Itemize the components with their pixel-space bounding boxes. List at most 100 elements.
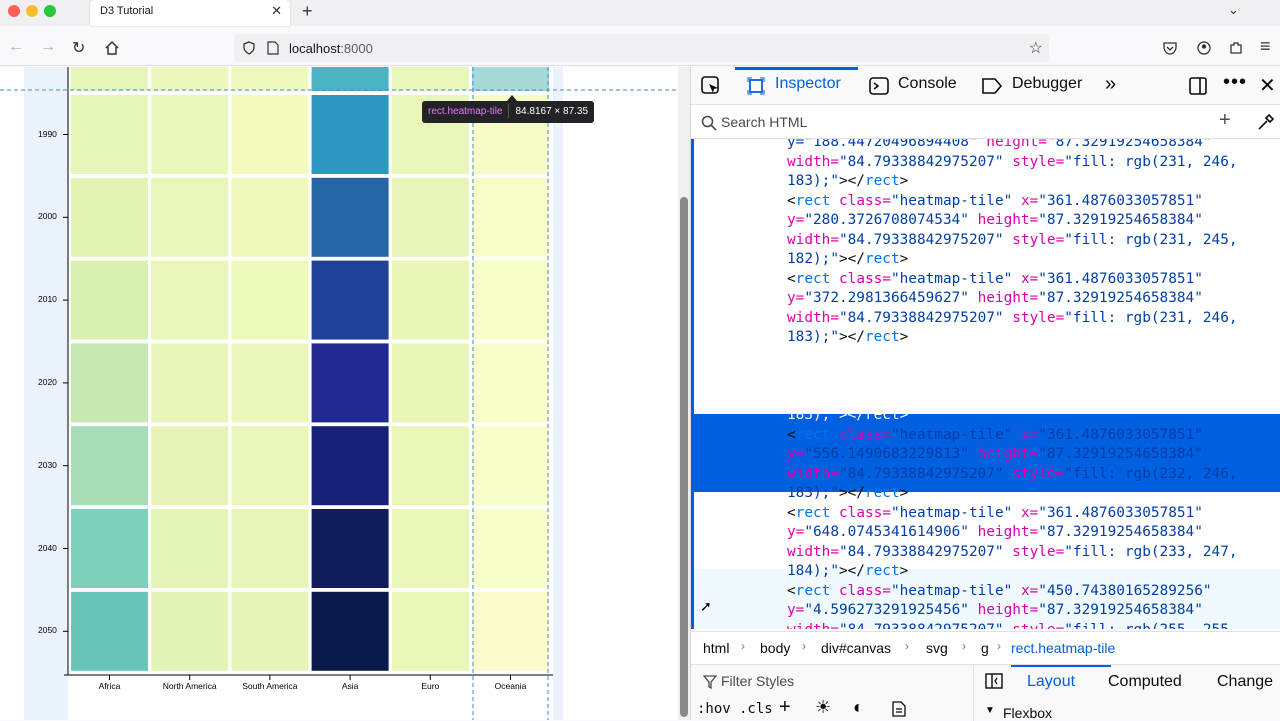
search-icon bbox=[701, 115, 717, 131]
filter-styles-input[interactable]: Filter Styles bbox=[721, 673, 794, 689]
tab-inspector[interactable]: Inspector bbox=[775, 75, 841, 93]
heatmap-tile bbox=[311, 67, 389, 91]
forward-icon[interactable]: → bbox=[40, 38, 56, 56]
reload-icon[interactable]: ↻ bbox=[72, 38, 85, 58]
breadcrumb-item[interactable]: g bbox=[981, 640, 989, 656]
heatmap-tile bbox=[71, 260, 148, 340]
search-html-input[interactable]: Search HTML bbox=[721, 114, 807, 130]
pane-divider[interactable] bbox=[973, 665, 974, 721]
tab-debugger[interactable]: Debugger bbox=[1012, 75, 1082, 93]
eyedropper-icon[interactable] bbox=[1257, 113, 1275, 131]
markup-line[interactable]: width="84.79338842975207" style="fill: r… bbox=[787, 621, 1238, 630]
markup-line[interactable]: <rect class="heatmap-tile" x="450.743801… bbox=[787, 582, 1238, 602]
markup-line[interactable]: width="84.79338842975207" style="fill: r… bbox=[787, 465, 1238, 485]
pocket-icon[interactable] bbox=[1163, 41, 1177, 55]
page-scrollbar[interactable] bbox=[678, 67, 690, 720]
markup-line[interactable]: <rect class="heatmap-tile" x="361.487603… bbox=[787, 348, 1238, 368]
markup-line[interactable]: 183);"></rect> bbox=[787, 406, 1238, 426]
extensions-icon[interactable] bbox=[1229, 41, 1243, 55]
markup-line[interactable]: <rect class="heatmap-tile" x="361.487603… bbox=[787, 270, 1238, 290]
markup-line[interactable]: y="372.2981366459627" height="87.3291925… bbox=[787, 289, 1238, 309]
light-theme-icon[interactable]: ☀ bbox=[815, 697, 831, 718]
heatmap-tile bbox=[151, 260, 229, 340]
markup-line[interactable]: y="648.0745341614906" height="87.3291925… bbox=[787, 523, 1238, 543]
close-devtools-icon[interactable]: ✕ bbox=[1259, 73, 1276, 98]
markup-line[interactable]: 183);"></rect> bbox=[787, 328, 1238, 348]
markup-line[interactable]: y="188.44720496894408" height="87.329192… bbox=[787, 139, 1238, 153]
heatmap-tile bbox=[472, 343, 549, 423]
back-icon[interactable]: ← bbox=[8, 38, 24, 56]
x-tick-label: Euro bbox=[421, 681, 440, 691]
markup-line[interactable]: y="280.3726708074534" height="87.3291925… bbox=[787, 211, 1238, 231]
flexbox-section-label[interactable]: Flexbox bbox=[1003, 705, 1052, 721]
markup-lines[interactable]: y="188.44720496894408" height="87.329192… bbox=[787, 139, 1238, 629]
breadcrumb-item[interactable]: html bbox=[703, 640, 729, 656]
heatmap-tile bbox=[71, 509, 148, 588]
markup-line[interactable]: <rect class="heatmap-tile" x="361.487603… bbox=[787, 426, 1238, 446]
breadcrumb-item[interactable]: svg bbox=[926, 640, 948, 656]
cls-toggle[interactable]: .cls bbox=[739, 701, 773, 717]
toggle-pane-icon[interactable] bbox=[985, 673, 1003, 689]
heatmap-tile bbox=[71, 591, 148, 671]
page-content bbox=[0, 67, 678, 720]
add-rule-icon[interactable]: + bbox=[779, 696, 791, 719]
markup-line[interactable]: y="556.1490683229813" height="87.3291925… bbox=[787, 445, 1238, 465]
heatmap-tile bbox=[472, 509, 549, 588]
add-node-icon[interactable]: + bbox=[1219, 109, 1231, 132]
markup-line[interactable]: width="84.79338842975207" style="fill: r… bbox=[787, 231, 1238, 251]
browser-tab[interactable]: D3 Tutorial ✕ bbox=[90, 0, 290, 26]
mouse-cursor: ➚ bbox=[700, 598, 712, 614]
devtools-panel: Inspector Console Debugger » ••• ✕ Searc… bbox=[690, 67, 1280, 721]
markup-line[interactable]: y="4.596273291925456" height="87.3291925… bbox=[787, 601, 1238, 621]
breadcrumb-item[interactable]: div#canvas bbox=[821, 640, 891, 656]
chevron-down-icon[interactable]: ▼ bbox=[985, 705, 995, 716]
account-icon[interactable] bbox=[1197, 41, 1211, 55]
markup-line[interactable]: <rect class="heatmap-tile" x="361.487603… bbox=[787, 192, 1238, 212]
heatmap-tile bbox=[311, 343, 389, 423]
markup-line[interactable]: 183);"></rect> bbox=[787, 484, 1238, 504]
markup-line[interactable]: <rect class="heatmap-tile" x="361.487603… bbox=[787, 504, 1238, 524]
tab-console[interactable]: Console bbox=[898, 75, 957, 93]
dark-theme-icon[interactable]: ◐ bbox=[853, 697, 864, 718]
heatmap-tile bbox=[391, 343, 469, 423]
more-tabs-icon[interactable]: » bbox=[1105, 73, 1116, 96]
tab-changes[interactable]: Change bbox=[1217, 673, 1273, 691]
markup-line[interactable]: width="84.79338842975207" style="fill: r… bbox=[787, 543, 1238, 563]
breadcrumb-item[interactable]: body bbox=[760, 640, 790, 656]
markup-line[interactable]: width="84.79338842975207" style="fill: r… bbox=[787, 309, 1238, 329]
print-media-icon[interactable] bbox=[892, 701, 906, 717]
heatmap-tile bbox=[151, 95, 229, 174]
markup-line[interactable]: 182);"></rect> bbox=[787, 250, 1238, 270]
breadcrumb-item[interactable]: rect.heatmap-tile bbox=[1011, 640, 1115, 656]
new-tab-button[interactable]: + bbox=[302, 1, 313, 22]
heatmap-tile bbox=[391, 177, 469, 257]
chevron-down-icon[interactable]: ⌄ bbox=[1228, 2, 1239, 18]
close-icon[interactable]: ✕ bbox=[271, 3, 282, 19]
element-picker-icon[interactable] bbox=[701, 76, 721, 96]
maximize-window-button[interactable] bbox=[44, 5, 56, 17]
markup-line[interactable]: 184);"></rect> bbox=[787, 562, 1238, 582]
home-icon[interactable] bbox=[104, 40, 120, 56]
scroll-thumb[interactable] bbox=[680, 197, 688, 717]
hov-toggle[interactable]: :hov bbox=[697, 701, 731, 717]
markup-line[interactable]: y="464.223602484472" height="87.32919254… bbox=[787, 367, 1238, 387]
bookmark-star-icon[interactable]: ☆ bbox=[1029, 38, 1043, 58]
markup-line[interactable]: 183);"></rect> bbox=[787, 172, 1238, 192]
search-html-row: Search HTML + bbox=[691, 105, 1280, 139]
url-bar[interactable]: localhost:8000 ☆ bbox=[234, 34, 1049, 62]
inspector-icon[interactable] bbox=[747, 77, 765, 95]
debugger-icon[interactable] bbox=[981, 77, 1003, 95]
markup-line[interactable]: width="84.79338842975207" style="fill: r… bbox=[787, 153, 1238, 173]
console-icon[interactable] bbox=[869, 77, 889, 95]
minimize-window-button[interactable] bbox=[26, 5, 38, 17]
heatmap-tile bbox=[391, 509, 469, 588]
menu-icon[interactable]: ≡ bbox=[1260, 36, 1271, 57]
url-text: localhost:8000 bbox=[289, 41, 373, 56]
more-options-icon[interactable]: ••• bbox=[1223, 71, 1247, 94]
tab-computed[interactable]: Computed bbox=[1108, 673, 1182, 691]
dock-icon[interactable] bbox=[1188, 76, 1208, 96]
markup-line[interactable]: width="84.79338842975207" style="fill: r… bbox=[787, 387, 1238, 407]
close-window-button[interactable] bbox=[8, 5, 20, 17]
shield-icon[interactable] bbox=[242, 41, 256, 55]
tab-layout[interactable]: Layout bbox=[1027, 673, 1075, 691]
